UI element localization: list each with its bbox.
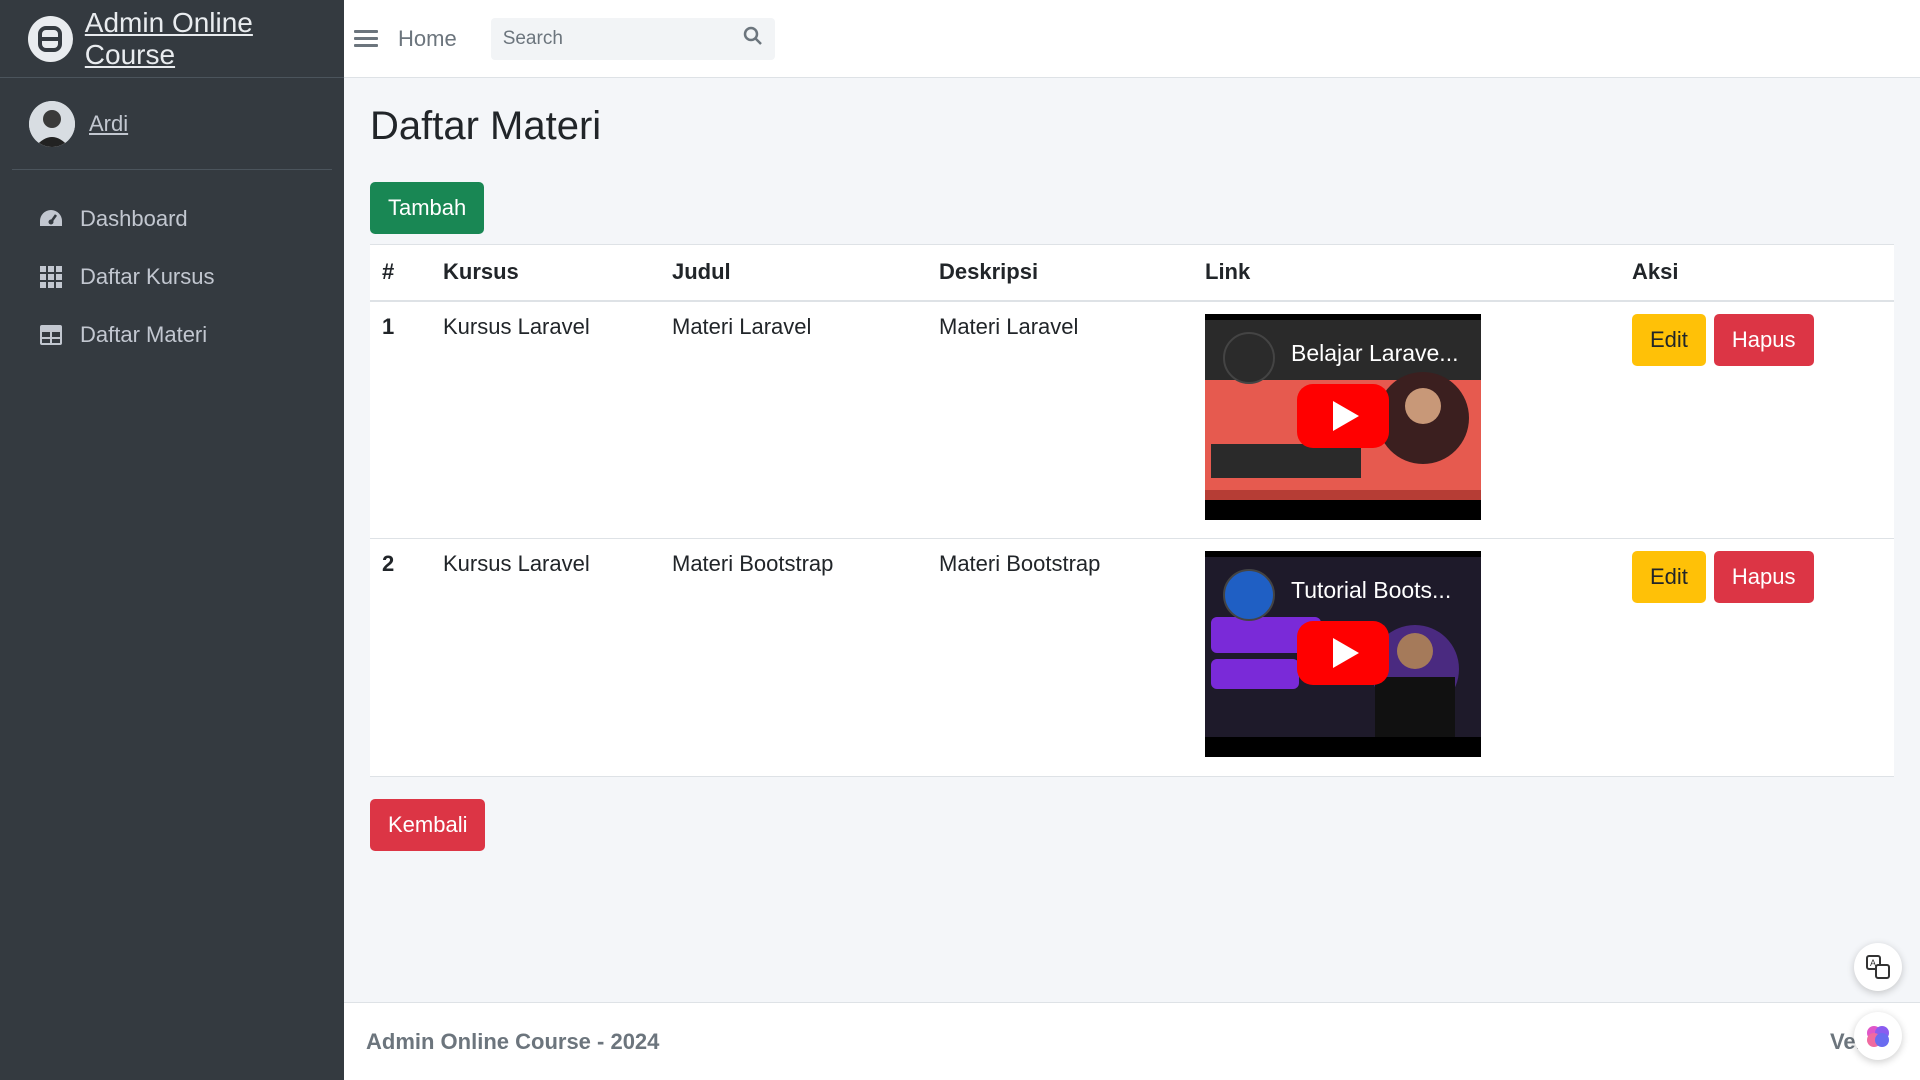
footer: Admin Online Course - 2024 Versio — [344, 1002, 1920, 1080]
sidebar-item-daftar-kursus[interactable]: Daftar Kursus — [0, 248, 344, 306]
row-number: 1 — [370, 300, 431, 539]
col-header-aksi: Aksi — [1620, 244, 1894, 302]
table-icon — [38, 322, 64, 348]
row-judul: Materi Bootstrap — [660, 538, 927, 777]
table-row: 2 Kursus Laravel Materi Bootstrap Materi… — [370, 538, 1894, 777]
col-header-number: # — [370, 244, 431, 302]
search-box — [490, 17, 775, 60]
user-name-link[interactable]: Ardi — [89, 111, 128, 137]
channel-avatar — [1223, 569, 1275, 621]
brand-title[interactable]: Admin Online Course — [85, 7, 344, 71]
page-title: Daftar Materi — [370, 104, 602, 148]
row-aksi: Edit Hapus — [1620, 300, 1894, 539]
brand-logo-icon — [28, 15, 73, 62]
materi-table: # Kursus Judul Deskripsi Link Aksi 1 Kur… — [370, 244, 1894, 777]
sidebar: Admin Online Course Ardi Dashboard Dafta… — [0, 0, 344, 1080]
delete-button[interactable]: Hapus — [1713, 551, 1814, 603]
channel-avatar — [1223, 331, 1275, 384]
sidebar-item-label: Dashboard — [80, 206, 188, 231]
sidebar-item-dashboard[interactable]: Dashboard — [0, 190, 344, 248]
main-content: Daftar Materi Tambah # Kursus Judul Desk… — [370, 78, 1894, 851]
video-title[interactable]: Belajar Larave... — [1291, 340, 1458, 367]
sidebar-item-label: Daftar Kursus — [80, 264, 215, 289]
row-deskripsi: Materi Laravel — [927, 300, 1193, 539]
row-judul: Materi Laravel — [660, 300, 927, 539]
brand-link[interactable]: Admin Online Course — [0, 0, 344, 78]
edit-button[interactable]: Edit — [1632, 551, 1706, 603]
sidebar-item-label: Daftar Materi — [80, 322, 208, 347]
youtube-embed[interactable]: Tutorial Boots... — [1205, 551, 1481, 757]
youtube-embed[interactable]: Belajar Larave... — [1205, 313, 1481, 520]
row-kursus: Kursus Laravel — [431, 538, 660, 777]
row-kursus: Kursus Laravel — [431, 300, 660, 539]
grid-icon — [38, 264, 64, 290]
back-button[interactable]: Kembali — [370, 799, 486, 851]
row-link: Tutorial Boots... — [1193, 538, 1620, 777]
user-panel: Ardi — [12, 78, 332, 170]
top-navbar: Home — [344, 0, 1920, 78]
footer-copyright: Admin Online Course - 2024 — [366, 1028, 660, 1054]
table-row: 1 Kursus Laravel Materi Laravel Materi L… — [370, 300, 1894, 539]
row-link: Belajar Larave... — [1193, 300, 1620, 539]
translate-icon[interactable]: A — [1854, 943, 1902, 991]
play-icon[interactable] — [1297, 621, 1389, 685]
col-header-kursus: Kursus — [431, 244, 660, 302]
video-title[interactable]: Tutorial Boots... — [1291, 577, 1451, 604]
search-input[interactable] — [502, 27, 723, 50]
col-header-deskripsi: Deskripsi — [927, 244, 1193, 302]
row-aksi: Edit Hapus — [1620, 538, 1894, 777]
edit-button[interactable]: Edit — [1632, 313, 1706, 366]
home-link[interactable]: Home — [398, 26, 457, 52]
add-button[interactable]: Tambah — [370, 182, 485, 234]
tachometer-icon — [38, 206, 64, 232]
table-header-row: # Kursus Judul Deskripsi Link Aksi — [370, 244, 1894, 302]
search-icon[interactable] — [743, 26, 763, 51]
sidebar-item-daftar-materi[interactable]: Daftar Materi — [0, 306, 344, 364]
row-number: 2 — [370, 538, 431, 777]
sidebar-nav: Dashboard Daftar Kursus Daftar Materi — [0, 170, 344, 364]
brain-icon[interactable] — [1854, 1012, 1902, 1060]
col-header-judul: Judul — [660, 244, 927, 302]
hamburger-menu-icon[interactable] — [354, 26, 378, 51]
col-header-link: Link — [1193, 244, 1620, 302]
delete-button[interactable]: Hapus — [1713, 313, 1814, 366]
avatar — [29, 100, 75, 147]
svg-text:A: A — [1870, 958, 1876, 968]
play-icon[interactable] — [1297, 383, 1389, 448]
row-deskripsi: Materi Bootstrap — [927, 538, 1193, 777]
